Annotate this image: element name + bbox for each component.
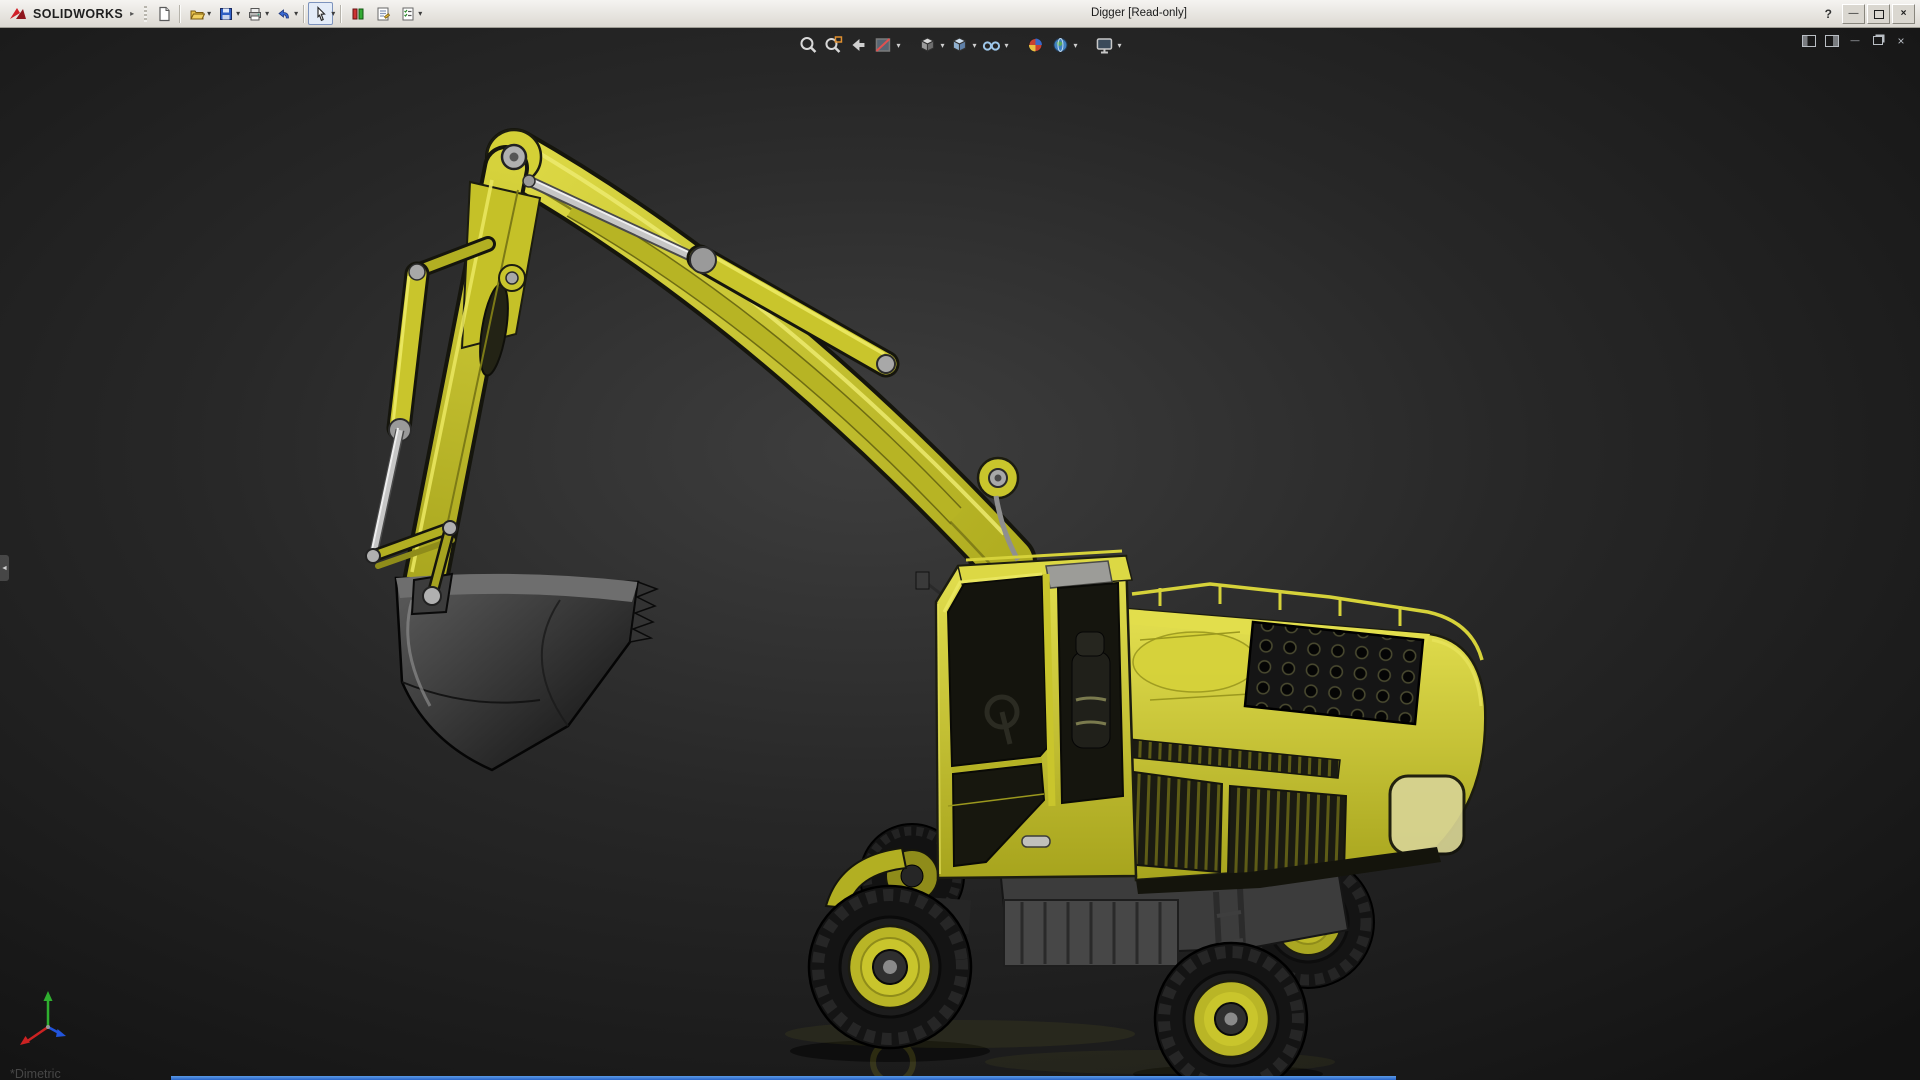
close-window-button[interactable]: × <box>1892 4 1915 24</box>
options-dropdown-caret[interactable]: ▾ <box>418 9 422 18</box>
main-toolbar: ▾ ▾ ▾ ▾ ▾ ▾ <box>151 2 424 25</box>
orientation-triad <box>20 991 66 1045</box>
document-properties-button[interactable] <box>370 2 395 25</box>
undo-icon <box>278 8 289 18</box>
minimize-document-button[interactable]: — <box>1846 33 1864 48</box>
edit-color-icon <box>352 8 364 19</box>
window-title: Digger [Read-only] <box>1091 7 1187 19</box>
side-vent <box>1226 784 1348 876</box>
x-axis-arrow <box>20 1036 30 1045</box>
toolbar-grip[interactable] <box>144 5 148 22</box>
close-icon: × <box>1900 8 1907 19</box>
rear-window <box>1388 774 1466 856</box>
section-view-icon <box>875 38 891 52</box>
split-pane-right-button[interactable] <box>1823 33 1841 48</box>
menu-expand-icon[interactable]: ▸ <box>130 9 134 18</box>
document-properties-icon <box>377 7 390 20</box>
open-dropdown-caret[interactable]: ▾ <box>207 9 211 18</box>
view-settings-caret[interactable]: ▾ <box>1118 41 1122 50</box>
cab[interactable] <box>915 549 1138 880</box>
edit-appearance-button[interactable] <box>1025 34 1047 56</box>
save-floppy-icon <box>219 7 232 20</box>
open-button[interactable] <box>184 2 209 25</box>
document-window-controls: — × <box>1800 33 1910 48</box>
graphics-area[interactable] <box>0 0 1920 1080</box>
options-button[interactable] <box>395 2 420 25</box>
toolbar-separator <box>179 4 182 23</box>
print-button[interactable] <box>242 2 267 25</box>
apply-scene-caret[interactable]: ▾ <box>1074 41 1078 50</box>
open-folder-icon <box>189 10 205 19</box>
print-dropdown-caret[interactable]: ▾ <box>265 9 269 18</box>
maximize-icon <box>1873 9 1884 19</box>
previous-view-button[interactable] <box>847 34 869 56</box>
heads-up-toolbar: ▾ ▾ ▾ ▾ ▾ ▾ <box>797 34 1122 56</box>
hide-show-items-caret[interactable]: ▾ <box>1005 41 1009 50</box>
minimize-document-icon: — <box>1850 35 1860 45</box>
solidworks-window: SOLIDWORKS ▸ ▾ ▾ ▾ ▾ ▾ ▾ Digger [Read-on… <box>0 0 1920 1080</box>
select-dropdown-caret[interactable]: ▾ <box>331 9 335 18</box>
minimize-icon: — <box>1848 8 1859 19</box>
brand-area: SOLIDWORKS ▸ <box>0 6 140 22</box>
windshield <box>946 574 1049 768</box>
toolbar-separator <box>340 4 343 23</box>
view-orientation-caret[interactable]: ▾ <box>940 41 944 50</box>
maximize-window-button[interactable] <box>1867 4 1890 24</box>
select-button[interactable] <box>308 2 334 25</box>
taskbar-sliver <box>171 1076 1396 1080</box>
new-document-button[interactable] <box>151 2 176 25</box>
zoom-to-area-button[interactable] <box>822 34 844 56</box>
collapse-arrow-icon: ◄ <box>1 564 8 572</box>
window-controls: ? — × <box>1825 4 1915 24</box>
display-style-caret[interactable]: ▾ <box>972 41 976 50</box>
zoom-to-area-icon <box>825 36 843 53</box>
undo-dropdown-caret[interactable]: ▾ <box>294 9 298 18</box>
new-document-icon <box>159 6 170 21</box>
close-document-button[interactable]: × <box>1892 33 1910 48</box>
edit-color-button[interactable] <box>345 2 370 25</box>
help-icon[interactable]: ? <box>1825 7 1832 21</box>
section-view-caret[interactable]: ▾ <box>896 41 900 50</box>
options-icon <box>402 7 414 20</box>
dassault-3ds-logo-icon <box>10 7 26 19</box>
restore-document-icon <box>1873 36 1883 45</box>
split-pane-left-button[interactable] <box>1800 33 1818 48</box>
split-pane-left-icon <box>1802 34 1816 47</box>
previous-view-icon <box>852 39 865 51</box>
view-settings-monitor-icon <box>1096 38 1113 54</box>
feature-panel-collapse-tab[interactable]: ◄ <box>0 555 9 581</box>
top-grille <box>1243 620 1425 726</box>
brand-text: SOLIDWORKS <box>33 6 124 21</box>
minimize-window-button[interactable]: — <box>1842 4 1865 24</box>
toolbar-separator <box>303 4 306 23</box>
z-axis-arrow <box>56 1029 66 1037</box>
zoom-to-fit-button[interactable] <box>797 34 819 56</box>
hide-show-items-button[interactable] <box>981 34 1003 56</box>
view-orientation-cube-icon <box>920 37 935 52</box>
save-dropdown-caret[interactable]: ▾ <box>236 9 240 18</box>
view-orientation-label: *Dimetric <box>10 1067 61 1080</box>
apply-scene-globe-icon <box>1053 38 1068 52</box>
edit-appearance-ball-icon <box>1028 38 1043 52</box>
undo-button[interactable] <box>271 2 296 25</box>
view-orientation-button[interactable] <box>916 34 938 56</box>
view-settings-button[interactable] <box>1094 34 1116 56</box>
display-style-button[interactable] <box>948 34 970 56</box>
select-cursor-icon <box>317 5 326 21</box>
hide-show-glasses-icon <box>982 41 1001 51</box>
display-style-icon <box>952 37 967 52</box>
section-view-button[interactable] <box>872 34 894 56</box>
mirror <box>915 571 930 590</box>
apply-scene-button[interactable] <box>1050 34 1072 56</box>
print-icon <box>248 7 261 20</box>
split-pane-right-icon <box>1825 34 1839 47</box>
save-button[interactable] <box>213 2 238 25</box>
restore-document-button[interactable] <box>1869 33 1887 48</box>
y-axis-arrow <box>43 991 53 1001</box>
zoom-to-fit-icon <box>800 37 817 53</box>
close-document-icon: × <box>1897 33 1905 48</box>
title-bar[interactable]: SOLIDWORKS ▸ ▾ ▾ ▾ ▾ ▾ ▾ Digger [Read-on… <box>0 0 1920 28</box>
